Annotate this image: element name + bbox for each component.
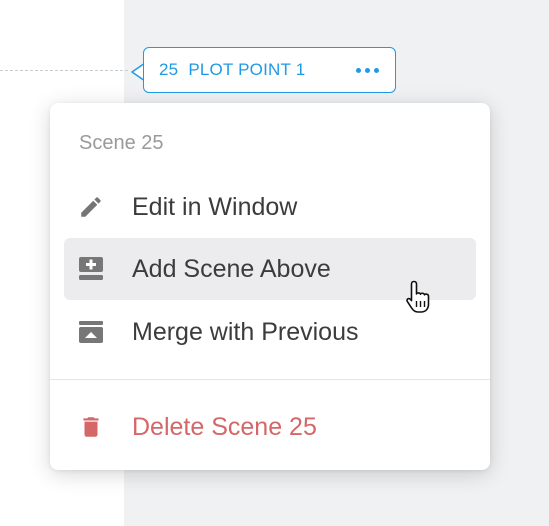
ellipsis-icon[interactable] xyxy=(349,48,385,92)
add-scene-above-icon xyxy=(76,254,106,284)
merge-icon xyxy=(76,317,106,347)
menu-item-edit-in-window[interactable]: Edit in Window xyxy=(64,176,476,238)
hand-pointer-cursor-icon xyxy=(404,279,438,320)
menu-divider xyxy=(50,379,490,380)
menu-item-label: Edit in Window xyxy=(132,192,298,221)
trash-icon xyxy=(76,412,106,442)
menu-item-label: Merge with Previous xyxy=(132,317,359,346)
plot-point-tag[interactable]: 25 PLOT POINT 1 xyxy=(143,47,396,93)
pencil-icon xyxy=(76,192,106,222)
menu-item-label: Delete Scene 25 xyxy=(132,412,317,441)
timeline-dashed-line xyxy=(0,70,128,71)
menu-header: Scene 25 xyxy=(79,132,164,154)
plot-point-number: 25 xyxy=(159,60,179,79)
menu-item-delete-scene[interactable]: Delete Scene 25 xyxy=(64,396,476,458)
plot-point-title: PLOT POINT 1 xyxy=(188,60,306,79)
menu-item-label: Add Scene Above xyxy=(132,254,331,283)
